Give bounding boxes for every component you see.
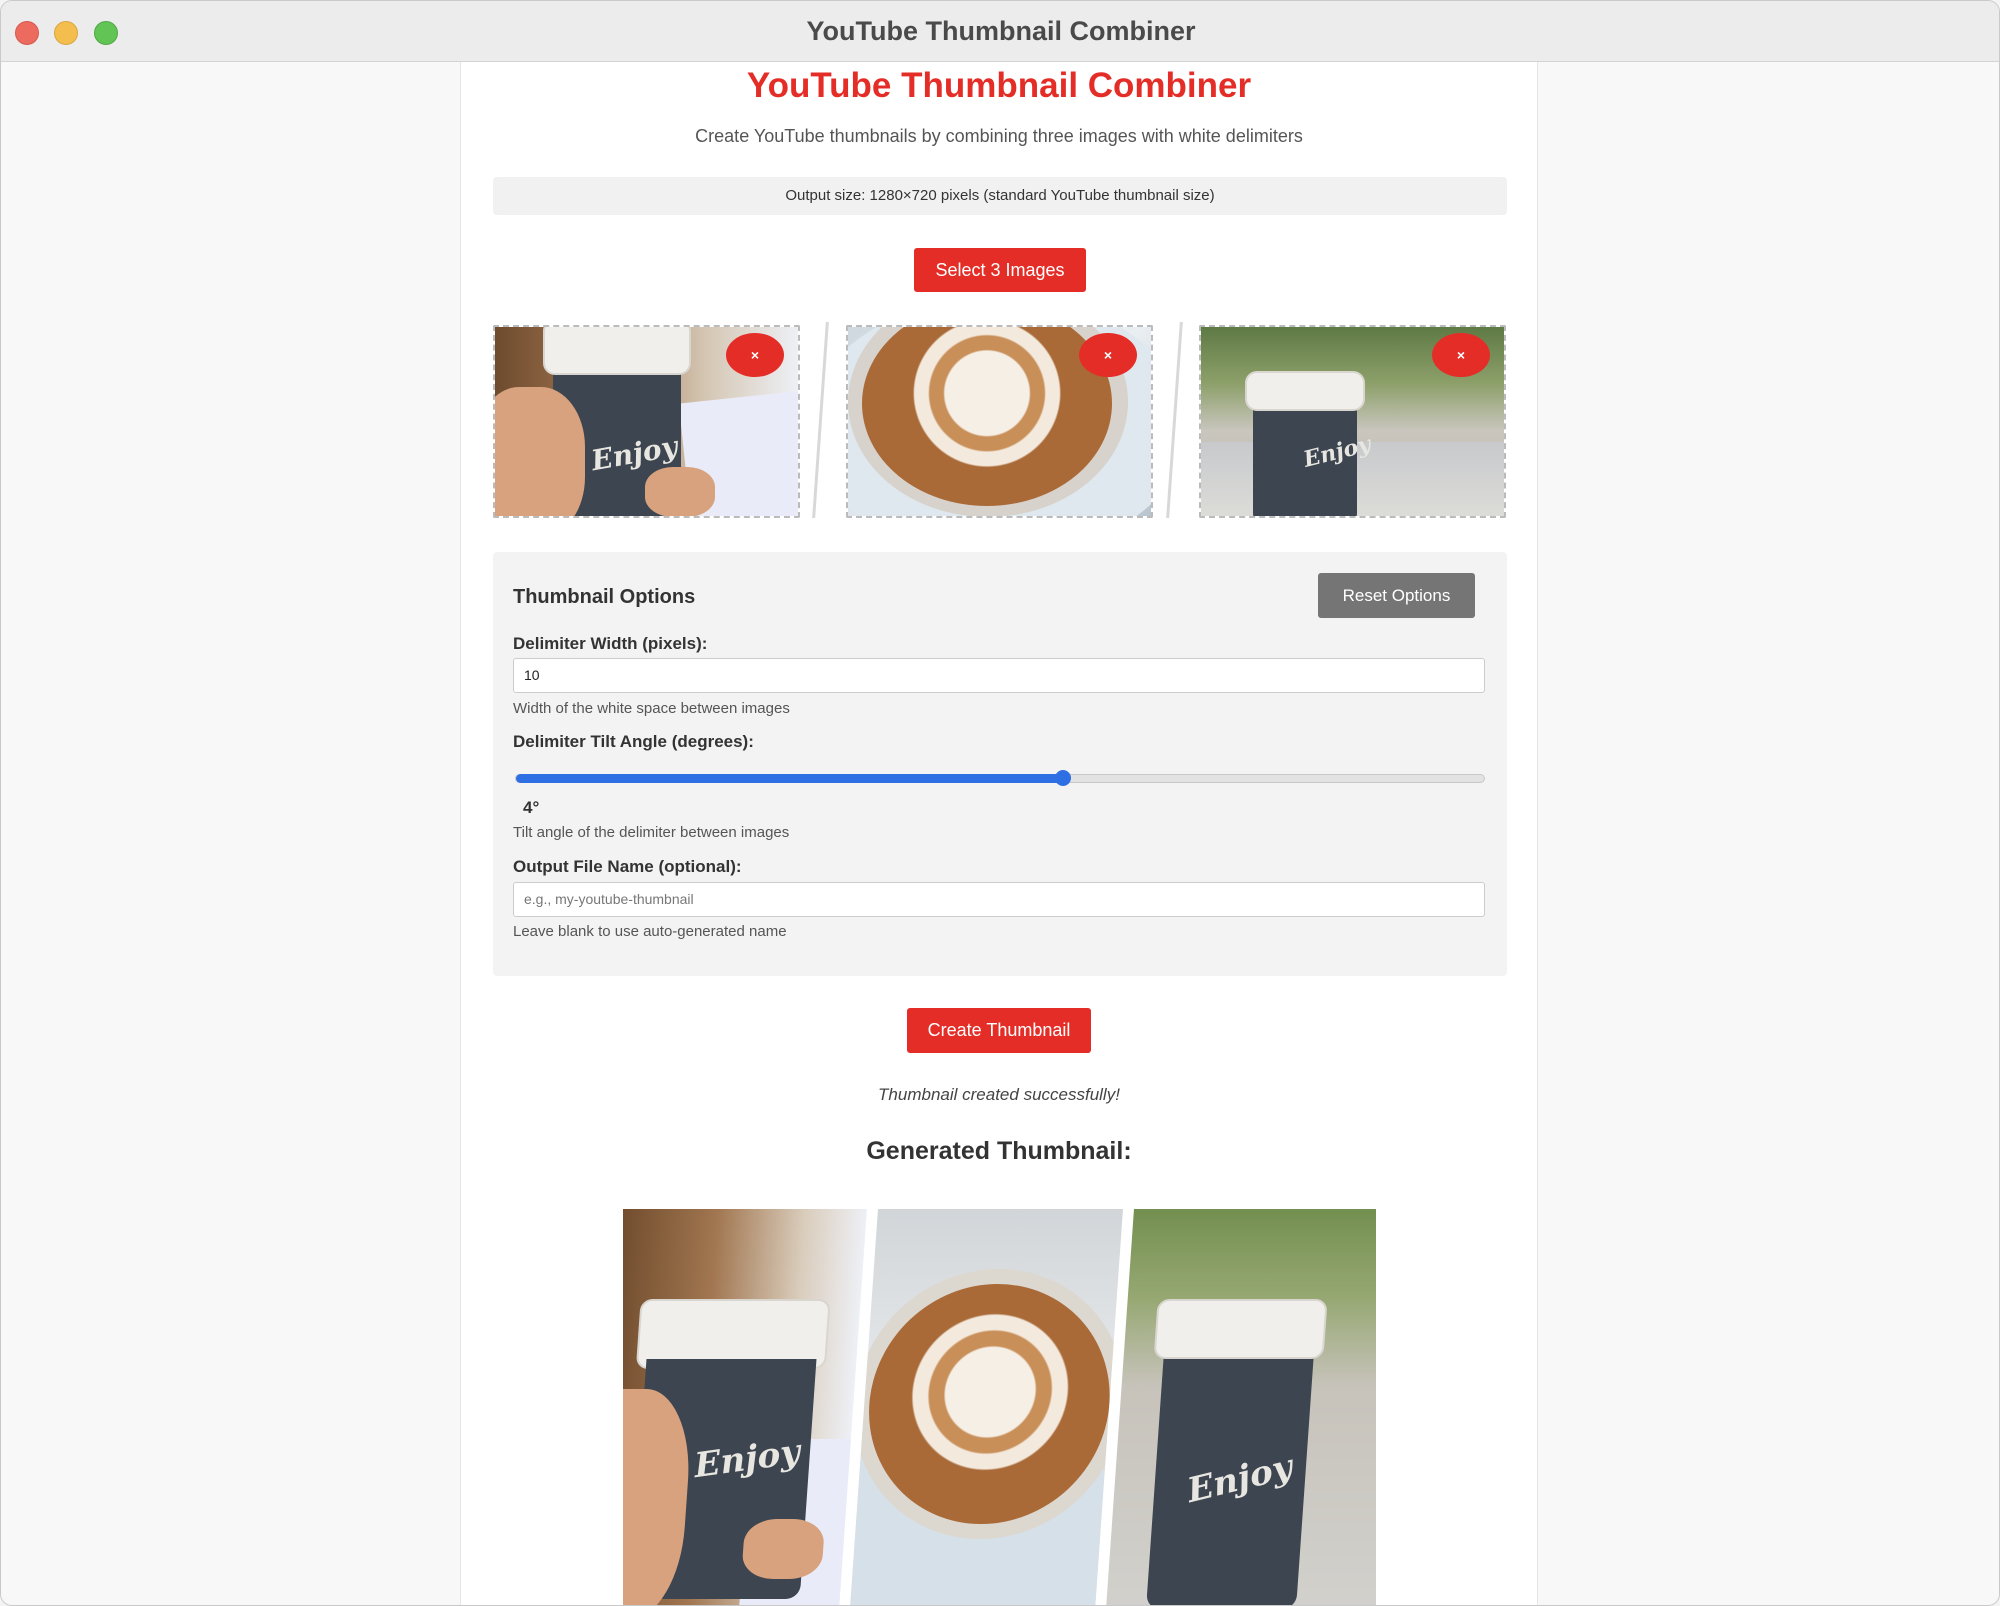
- preview-divider: [1166, 322, 1183, 518]
- page-title: YouTube Thumbnail Combiner: [746, 66, 1252, 105]
- lid-shape: [543, 327, 691, 375]
- remove-image-button[interactable]: ×: [1432, 333, 1490, 377]
- file-name-input[interactable]: e.g., my-youtube-thumbnail: [513, 882, 1485, 917]
- image-preview-3: Enjoy ×: [1199, 325, 1506, 518]
- delimiter-width-help: Width of the white space between images: [513, 700, 790, 717]
- image-preview-2: ×: [846, 325, 1153, 518]
- thumb-shape: [741, 1519, 826, 1579]
- title-bar: YouTube Thumbnail Combiner: [1, 1, 1999, 62]
- status-message: Thumbnail created successfully!: [878, 1085, 1120, 1104]
- page-subtitle: Create YouTube thumbnails by combining t…: [695, 126, 1303, 146]
- delimiter-width-input[interactable]: 10: [513, 658, 1485, 693]
- slider-handle[interactable]: [1054, 770, 1071, 786]
- reset-options-button[interactable]: Reset Options: [1318, 573, 1475, 618]
- create-thumbnail-button[interactable]: Create Thumbnail: [907, 1008, 1091, 1053]
- thumbnail-panel-3: Enjoy: [1104, 1209, 1376, 1605]
- page-content[interactable]: YouTube Thumbnail Combiner Create YouTub…: [1, 62, 1999, 1605]
- close-icon: ×: [1456, 347, 1466, 363]
- thumb-shape: [645, 467, 715, 516]
- image-preview-1: Enjoy ×: [493, 325, 800, 518]
- output-size-info: Output size: 1280×720 pixels (standard Y…: [493, 177, 1507, 215]
- tilt-angle-help: Tilt angle of the delimiter between imag…: [513, 824, 790, 841]
- close-icon: ×: [750, 347, 760, 363]
- generated-thumbnail-image: Enjoy Enjoy: [623, 1209, 1376, 1605]
- lid-shape: [1245, 371, 1365, 411]
- select-images-button[interactable]: Select 3 Images: [914, 248, 1086, 292]
- generated-thumbnail-title: Generated Thumbnail:: [866, 1137, 1132, 1165]
- tilt-angle-value: 4°: [523, 798, 540, 817]
- tilt-angle-slider[interactable]: [515, 770, 1485, 786]
- remove-image-button[interactable]: ×: [726, 333, 784, 377]
- thumbnail-options-panel: Thumbnail Options Reset Options Delimite…: [493, 552, 1507, 976]
- file-name-label: Output File Name (optional):: [513, 857, 742, 876]
- lid-shape: [1153, 1299, 1328, 1359]
- preview-divider: [812, 322, 829, 518]
- file-name-help: Leave blank to use auto-generated name: [513, 923, 787, 940]
- thumbnail-panel-2: [848, 1209, 1125, 1605]
- delimiter-width-label: Delimiter Width (pixels):: [513, 634, 708, 653]
- app-window: YouTube Thumbnail Combiner YouTube Thumb…: [0, 0, 2000, 1606]
- close-icon: ×: [1103, 347, 1113, 363]
- window-title: YouTube Thumbnail Combiner: [806, 16, 1196, 46]
- tilt-angle-label: Delimiter Tilt Angle (degrees):: [513, 732, 754, 751]
- slider-fill: [516, 774, 1063, 783]
- hand-shape: [495, 387, 585, 516]
- remove-image-button[interactable]: ×: [1079, 333, 1137, 377]
- main-card: YouTube Thumbnail Combiner Create YouTub…: [460, 62, 1538, 1605]
- options-title: Thumbnail Options: [513, 586, 696, 608]
- thumbnail-panel-1: Enjoy: [623, 1209, 869, 1605]
